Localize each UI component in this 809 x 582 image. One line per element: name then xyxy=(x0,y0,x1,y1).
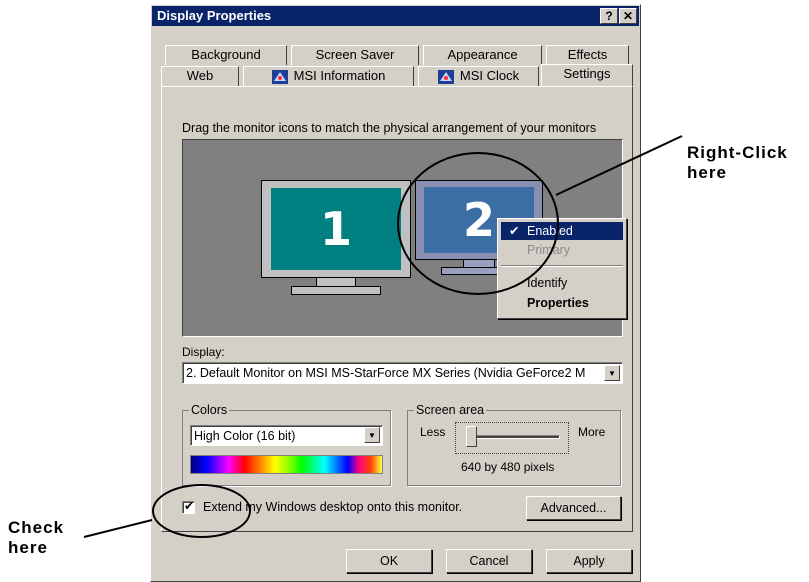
check-pointer-line xyxy=(83,519,153,538)
annotation-lines xyxy=(83,135,683,538)
right-click-pointer-line xyxy=(555,135,683,196)
